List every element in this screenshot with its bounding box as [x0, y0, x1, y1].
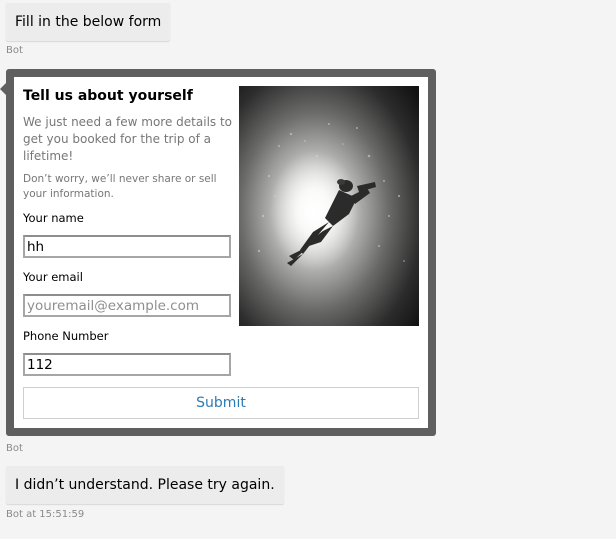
name-label: Your name	[23, 211, 84, 225]
name-input[interactable]	[23, 235, 231, 258]
message-sender-label: Bot	[6, 45, 23, 56]
message-timestamp-label: Bot at 15:51:59	[6, 509, 85, 520]
bot-message-text: Fill in the below form	[15, 14, 162, 30]
submit-button[interactable]: Submit	[23, 387, 419, 419]
card-pointer	[0, 82, 7, 96]
card-privacy-note: Don’t worry, we’ll never share or sell y…	[23, 173, 217, 200]
email-input[interactable]	[23, 294, 231, 317]
card-title: Tell us about yourself	[23, 88, 193, 104]
scuba-diver-image	[239, 86, 419, 326]
card-intro-text: We just need a few more details to get y…	[23, 115, 233, 163]
phone-input[interactable]	[23, 353, 231, 376]
bot-message-bubble: Fill in the below form	[6, 3, 171, 41]
bot-message-bubble: I didn’t understand. Please try again.	[6, 466, 284, 504]
email-label: Your email	[23, 270, 83, 284]
message-sender-label: Bot	[6, 443, 23, 454]
phone-label: Phone Number	[23, 329, 109, 343]
form-card: Tell us about yourself We just need a fe…	[14, 77, 428, 428]
bot-message-text: I didn’t understand. Please try again.	[15, 477, 275, 493]
